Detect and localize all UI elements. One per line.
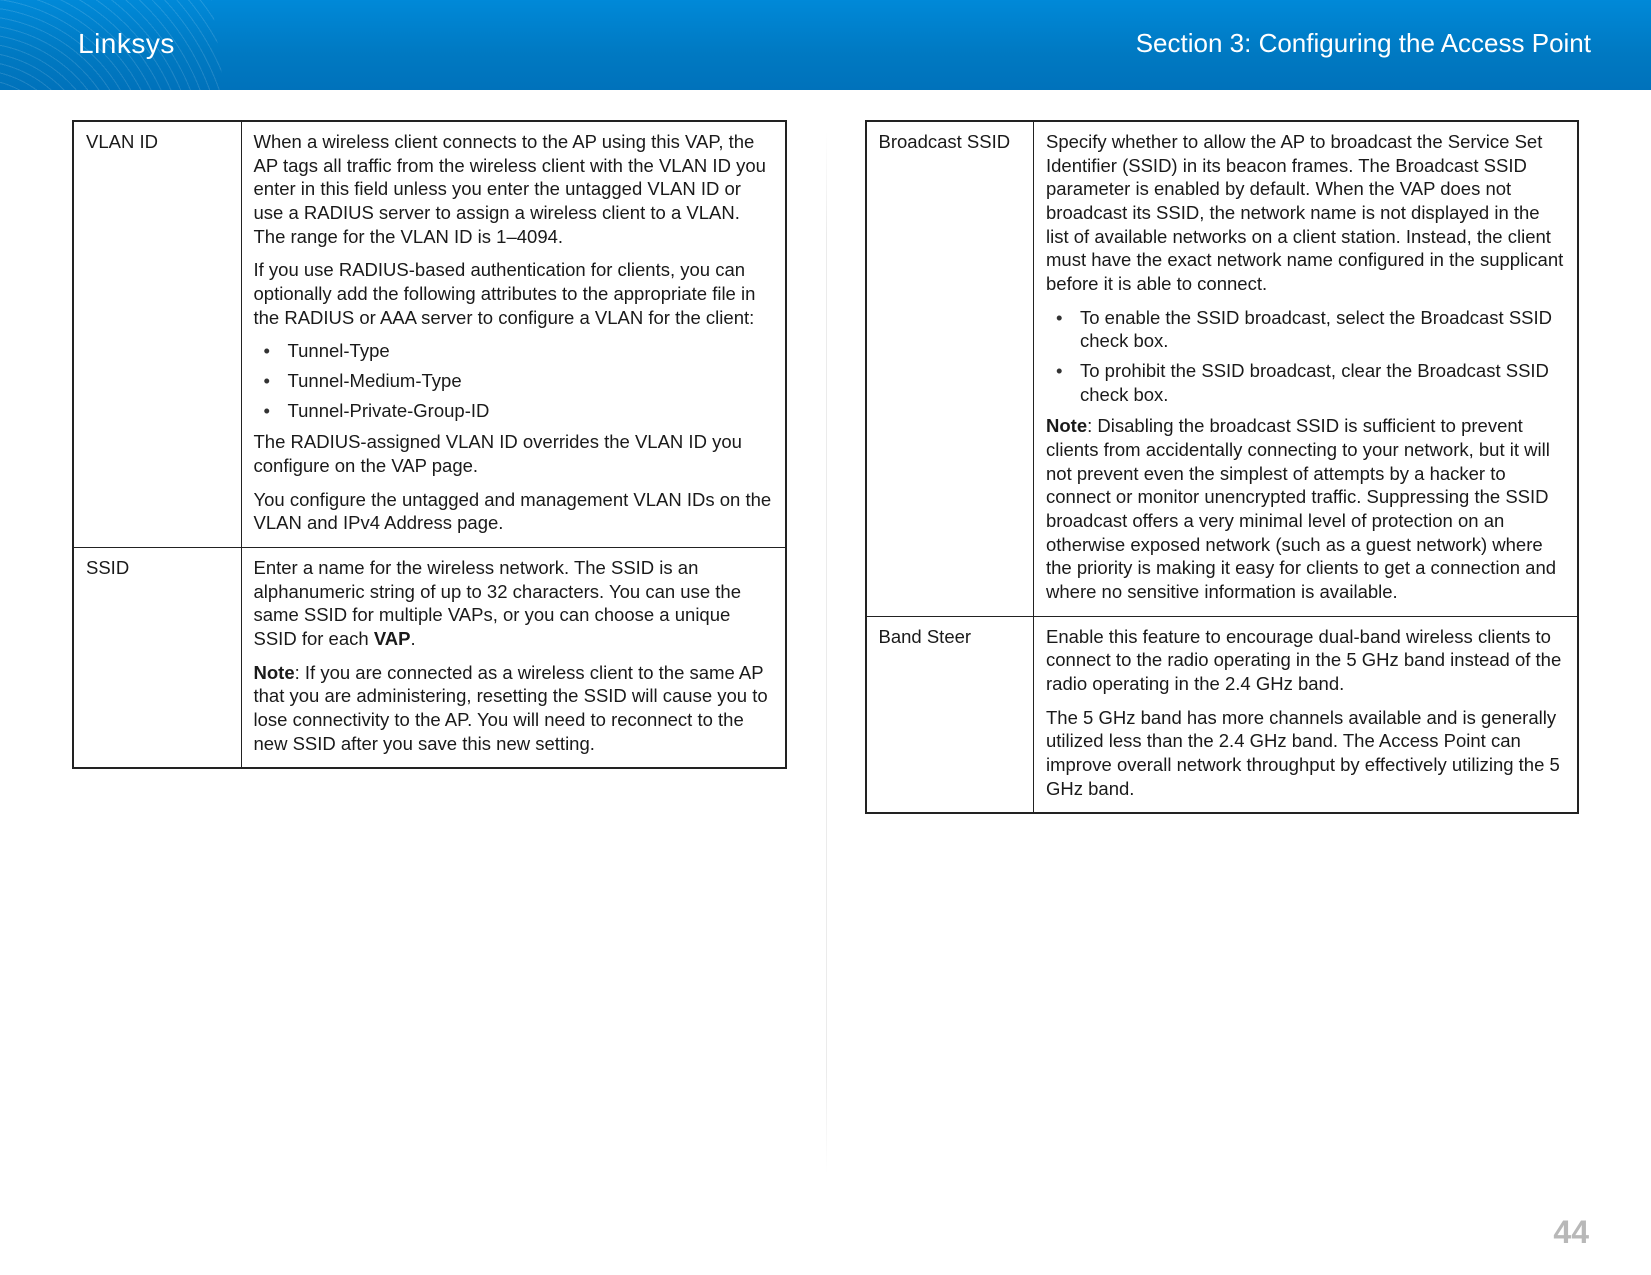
paragraph: The RADIUS-assigned VLAN ID overrides th… — [254, 430, 773, 477]
list-item: Tunnel-Medium-Type — [254, 369, 773, 393]
table-row: Broadcast SSIDSpecify whether to allow t… — [866, 121, 1579, 616]
page-number: 44 — [1553, 1214, 1589, 1251]
term-cell: VLAN ID — [73, 121, 241, 548]
description-cell: Specify whether to allow the AP to broad… — [1034, 121, 1579, 616]
definition-table: Broadcast SSIDSpecify whether to allow t… — [865, 120, 1580, 814]
list-item: Tunnel-Type — [254, 339, 773, 363]
section-title: Section 3: Configuring the Access Point — [1136, 28, 1591, 59]
paragraph: If you use RADIUS-based authentication f… — [254, 258, 773, 329]
list-item: Tunnel-Private-Group-ID — [254, 399, 773, 423]
right-column: Broadcast SSIDSpecify whether to allow t… — [865, 120, 1580, 814]
bullet-list: To enable the SSID broadcast, select the… — [1046, 306, 1565, 407]
description-cell: Enable this feature to encourage dual-ba… — [1034, 616, 1579, 813]
term-cell: Broadcast SSID — [866, 121, 1034, 616]
table-row: VLAN IDWhen a wireless client connects t… — [73, 121, 786, 548]
table-row: SSIDEnter a name for the wireless networ… — [73, 548, 786, 769]
definition-table: VLAN IDWhen a wireless client connects t… — [72, 120, 787, 769]
list-item: To prohibit the SSID broadcast, clear th… — [1046, 359, 1565, 406]
term-cell: SSID — [73, 548, 241, 769]
paragraph: The 5 GHz band has more channels availab… — [1046, 706, 1565, 801]
column-divider — [826, 130, 827, 1175]
list-item: To enable the SSID broadcast, select the… — [1046, 306, 1565, 353]
paragraph: Specify whether to allow the AP to broad… — [1046, 130, 1565, 296]
brand-name: Linksys — [78, 28, 175, 60]
paragraph: Enable this feature to encourage dual-ba… — [1046, 625, 1565, 696]
bold-term: VAP — [374, 628, 411, 649]
bullet-list: Tunnel-Type Tunnel-Medium-Type Tunnel-Priv… — [254, 339, 773, 422]
description-cell: When a wireless client connects to the A… — [241, 121, 786, 548]
note-label: Note — [254, 662, 295, 683]
paragraph: You configure the untagged and managemen… — [254, 488, 773, 535]
page-header: Linksys Section 3: Configuring the Acces… — [0, 0, 1651, 90]
paragraph: Enter a name for the wireless network. T… — [254, 556, 773, 651]
table-row: Band SteerEnable this feature to encoura… — [866, 616, 1579, 813]
note-label: Note — [1046, 415, 1087, 436]
paragraph: When a wireless client connects to the A… — [254, 130, 773, 248]
note-paragraph: Note: If you are connected as a wireless… — [254, 661, 773, 756]
left-column: VLAN IDWhen a wireless client connects t… — [72, 120, 787, 814]
term-cell: Band Steer — [866, 616, 1034, 813]
description-cell: Enter a name for the wireless network. T… — [241, 548, 786, 769]
note-paragraph: Note: Disabling the broadcast SSID is su… — [1046, 414, 1565, 603]
